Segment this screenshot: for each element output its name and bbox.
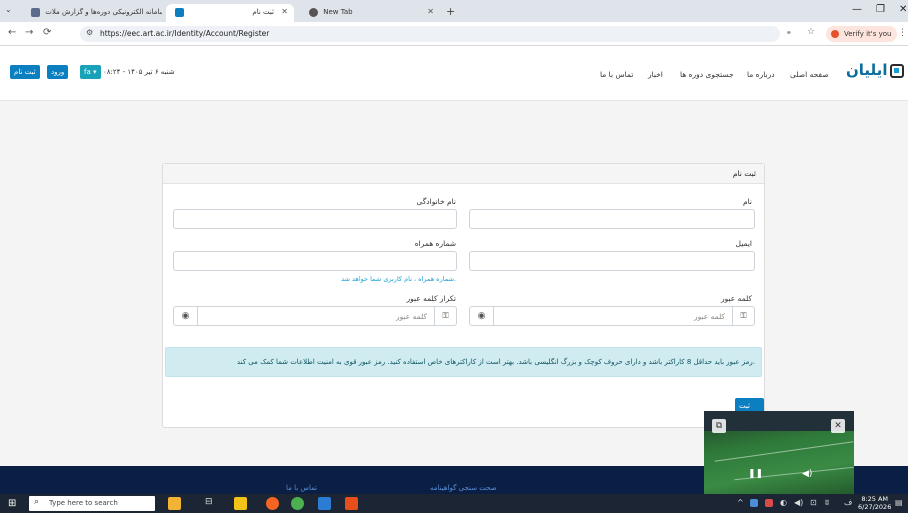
nav-about[interactable]: درباره ما (747, 70, 775, 79)
profile-verify-button[interactable]: Verify it's you (826, 26, 898, 42)
language-dropdown[interactable]: fa ▾ (80, 65, 101, 79)
email-label: ایمیل (735, 239, 752, 248)
tab-portal[interactable]: سامانه الکترونیکی دوره‌ها و گزارش ملات..… (22, 4, 162, 22)
mobile-hint: شماره همراه ، نام کاربری شما خواهد شد. (341, 275, 456, 283)
login-button[interactable]: ورود (47, 65, 69, 79)
tab-register-label: ثبت نام (252, 8, 274, 16)
tab-new-tab-label: New Tab (323, 8, 353, 16)
confirm-password-field: ◉ ⚿ (173, 306, 457, 326)
password-field: ◉ ⚿ (469, 306, 755, 326)
register-card: ثبت نام نام نام خانوادگی ایمیل شماره همر… (162, 163, 765, 428)
first-name-label: نام (742, 197, 752, 206)
app-taskbar-icon[interactable] (318, 497, 331, 510)
tray-app-icon[interactable] (765, 499, 773, 507)
maximize-icon[interactable]: ❐ (876, 4, 885, 15)
windows-taskbar: ⊞ ⌕ Type here to search ⊟ ^ ◐ ◀) ⊡ ʬ ف 8… (0, 494, 908, 513)
new-tab-icon[interactable]: + (446, 5, 455, 18)
network-icon[interactable]: ⊡ (810, 498, 817, 507)
show-password-eye-icon[interactable]: ◉ (470, 307, 494, 325)
header-register-button[interactable]: ثبت نام (10, 65, 40, 79)
email-field[interactable] (469, 251, 755, 271)
show-confirm-eye-icon[interactable]: ◉ (174, 307, 198, 325)
back-to-tab-icon[interactable]: ⧉ (712, 419, 726, 433)
pip-video-window[interactable]: ⧉ ✕ ❚❚ ◀) (704, 411, 854, 494)
card-title: ثبت نام (732, 169, 756, 178)
logo-mark-icon (890, 63, 905, 78)
chrome-taskbar-icon[interactable] (291, 497, 304, 510)
footer-contact-link[interactable]: تماس با ما (286, 484, 317, 492)
forward-icon[interactable]: → (25, 27, 33, 38)
clock-time: 8:25 AM (861, 495, 889, 503)
site-logo[interactable]: ایلیان (846, 61, 905, 79)
tab-search-icon[interactable]: ⌄ (5, 5, 12, 14)
address-bar-row: ← → ⟳ ⚙ https://eec.art.ac.ir/Identity/A… (0, 22, 908, 46)
nav-course-search[interactable]: جستجوی دوره ها (680, 70, 734, 79)
close-window-icon[interactable]: ✕ (899, 4, 907, 15)
header-date: شنبه ۶ تیر ۱۴۰۵ - ۰۸:۲۴ (103, 68, 175, 76)
search-icon: ⌕ (34, 497, 40, 507)
register-favicon-icon (175, 7, 184, 17)
confirm-password-label: تکرار کلمه عبور (406, 294, 457, 303)
password-key-icon: ⚿ (732, 307, 754, 325)
confirm-key-icon: ⚿ (434, 307, 456, 325)
browser-tab-strip: ⌄ سامانه الکترونیکی دوره‌ها و گزارش ملات… (0, 0, 908, 22)
nav-news[interactable]: اخبار (648, 70, 663, 79)
password-info-text: رمز عبور باید حداقل 8 کاراکتر باشد و دار… (236, 358, 755, 366)
nav-home[interactable]: صفحه اصلی (790, 70, 829, 79)
task-view-icon[interactable]: ⊟ (205, 497, 213, 507)
tray-chevron-icon[interactable]: ^ (737, 498, 744, 507)
chrome-icon (309, 7, 318, 17)
reload-icon[interactable]: ⟳ (43, 27, 51, 38)
taskbar-clock[interactable]: 8:25 AM 6/27/2026 (858, 495, 891, 511)
last-name-label: نام خانوادگی (416, 197, 456, 206)
taskbar-search-box[interactable]: ⌕ Type here to search (29, 496, 155, 511)
url-text[interactable]: https://eec.art.ac.ir/Identity/Account/R… (100, 29, 269, 38)
password-label: کلمه عبور (720, 294, 752, 303)
nav-contact[interactable]: تماس با ما (600, 70, 633, 79)
language-tray-icon[interactable]: ʬ (825, 498, 829, 507)
minimize-icon[interactable]: — (852, 4, 862, 15)
password-info-alert: رمز عبور باید حداقل 8 کاراکتر باشد و دار… (165, 347, 762, 377)
volume-icon[interactable]: ◀) (802, 469, 812, 479)
back-icon[interactable]: ← (8, 27, 16, 38)
notifications-icon[interactable]: ▤ (895, 498, 903, 507)
input-method-icon[interactable]: ف (844, 498, 852, 507)
taskbar-search-placeholder: Type here to search (49, 499, 118, 507)
clock-date: 6/27/2026 (858, 503, 892, 511)
tray-app-icon[interactable]: ◐ (780, 498, 787, 507)
card-header: ثبت نام (163, 164, 764, 184)
profile-avatar-icon (831, 30, 839, 38)
extension-icon[interactable]: ⚭ (786, 29, 792, 37)
logo-text: ایلیان (846, 61, 888, 79)
close-tab-icon[interactable]: ✕ (281, 4, 288, 20)
windows-start-icon[interactable]: ⊞ (8, 498, 16, 509)
office-taskbar-icon[interactable] (345, 497, 358, 510)
file-explorer-icon[interactable] (234, 497, 247, 510)
widgets-icon[interactable] (168, 497, 181, 510)
tab-portal-label: سامانه الکترونیکی دوره‌ها و گزارش ملات..… (45, 8, 162, 16)
omnibox[interactable]: ⚙ https://eec.art.ac.ir/Identity/Account… (80, 26, 780, 42)
tab-new-tab[interactable]: New Tab ✕ (300, 4, 440, 22)
profile-verify-label: Verify it's you (844, 30, 892, 38)
close-tab-icon[interactable]: ✕ (427, 4, 434, 20)
site-info-icon[interactable]: ⚙ (86, 28, 93, 37)
tab-register[interactable]: ثبت نام ✕ (166, 4, 294, 22)
site-header: ایلیان صفحه اصلی درباره ما جستجوی دوره ه… (0, 46, 908, 101)
tray-app-icon[interactable] (750, 499, 758, 507)
password-input[interactable] (494, 307, 730, 325)
bookmark-star-icon[interactable]: ☆ (807, 27, 815, 37)
confirm-password-input[interactable] (198, 307, 432, 325)
last-name-field[interactable] (173, 209, 457, 229)
portal-favicon-icon (31, 7, 40, 17)
pause-icon[interactable]: ❚❚ (748, 469, 763, 479)
volume-tray-icon[interactable]: ◀) (794, 498, 803, 507)
first-name-field[interactable] (469, 209, 755, 229)
close-pip-icon[interactable]: ✕ (831, 419, 845, 433)
footer-certificate-link[interactable]: صحت سنجی گواهینامه (430, 484, 497, 492)
mobile-label: شماره همراه (414, 239, 456, 248)
mobile-field[interactable] (173, 251, 457, 271)
menu-kebab-icon[interactable]: ⋮ (898, 28, 907, 38)
firefox-icon[interactable] (266, 497, 279, 510)
